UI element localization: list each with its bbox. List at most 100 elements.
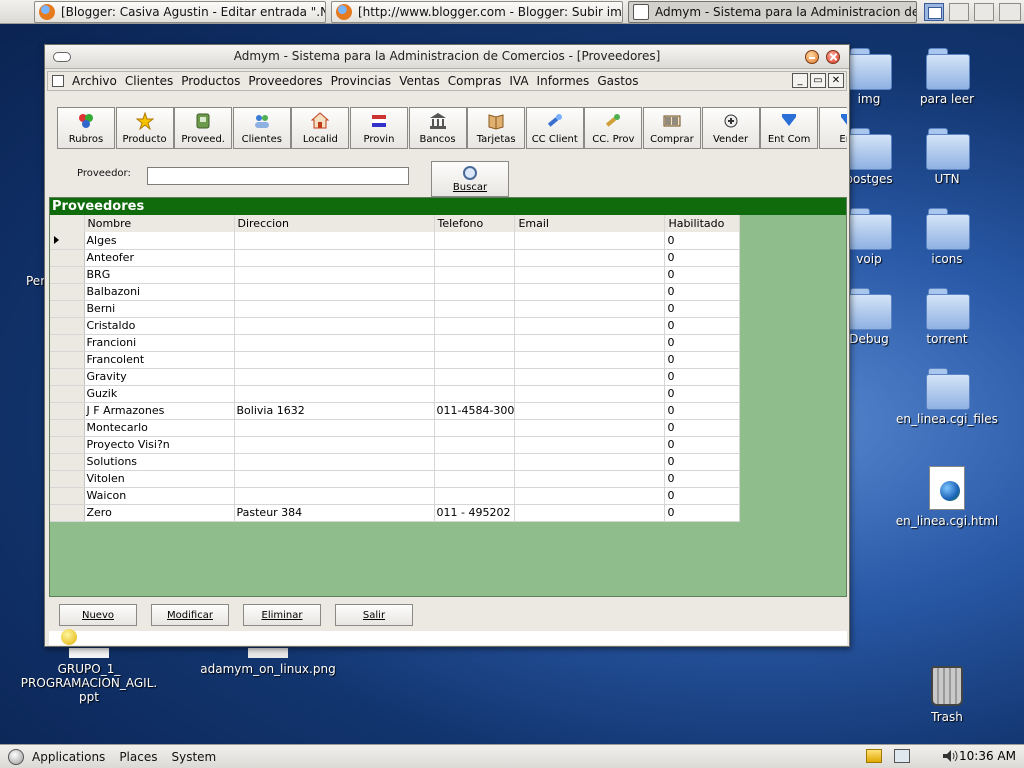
cell-nombre[interactable]: Solutions bbox=[84, 453, 235, 471]
table-row[interactable]: Waicon 0 bbox=[50, 487, 741, 505]
cell-telefono[interactable]: 011-4584-300 bbox=[434, 402, 516, 420]
row-selector[interactable] bbox=[50, 334, 85, 352]
cell-habilitado[interactable]: 0 bbox=[664, 504, 741, 522]
cell-email[interactable] bbox=[514, 368, 666, 386]
table-row[interactable]: Alges 0 bbox=[50, 232, 741, 250]
taskbar-item-blogger-edit[interactable]: [Blogger: Casiva Agustin - Editar entrad… bbox=[34, 1, 326, 23]
cell-habilitado[interactable]: 0 bbox=[664, 249, 741, 267]
menu-proveedores[interactable]: Proveedores bbox=[248, 74, 322, 88]
cell-habilitado[interactable]: 0 bbox=[664, 436, 741, 454]
toolbar-cc-client-button[interactable]: CC Client bbox=[525, 107, 584, 149]
row-selector[interactable] bbox=[50, 385, 85, 403]
cell-telefono[interactable] bbox=[434, 470, 516, 488]
table-row[interactable]: Montecarlo 0 bbox=[50, 419, 741, 437]
cell-nombre[interactable]: Balbazoni bbox=[84, 283, 235, 301]
cell-telefono[interactable] bbox=[434, 453, 516, 471]
desktop-icon-grupo-ppt[interactable]: GRUPO_1_ PROGRAMACION_AGIL. ppt bbox=[20, 648, 158, 704]
cell-direccion[interactable] bbox=[234, 487, 435, 505]
row-selector[interactable] bbox=[50, 283, 85, 301]
table-row[interactable]: Balbazoni 0 bbox=[50, 283, 741, 301]
cell-telefono[interactable] bbox=[434, 317, 516, 335]
cell-nombre[interactable]: Zero bbox=[84, 504, 235, 522]
cell-telefono[interactable] bbox=[434, 368, 516, 386]
cell-telefono[interactable] bbox=[434, 351, 516, 369]
cell-email[interactable] bbox=[514, 504, 666, 522]
table-row[interactable]: Francolent 0 bbox=[50, 351, 741, 369]
cell-nombre[interactable]: J F Armazones bbox=[84, 402, 235, 420]
header-nombre[interactable]: Nombre bbox=[84, 215, 235, 232]
cell-email[interactable] bbox=[514, 232, 666, 250]
cell-email[interactable] bbox=[514, 402, 666, 420]
row-selector[interactable] bbox=[50, 436, 85, 454]
desktop-icon-per[interactable]: Per bbox=[26, 274, 46, 288]
workspace-4[interactable] bbox=[999, 3, 1021, 21]
minimize-icon[interactable] bbox=[805, 50, 819, 64]
cell-nombre[interactable]: Cristaldo bbox=[84, 317, 235, 335]
table-row[interactable]: J F Armazones Bolivia 1632 011-4584-300 0 bbox=[50, 402, 741, 420]
toolbar-provincias-button[interactable]: Provin bbox=[349, 107, 408, 149]
close-icon[interactable] bbox=[826, 50, 840, 64]
cell-direccion[interactable] bbox=[234, 436, 435, 454]
table-row[interactable]: Proyecto Visi?n 0 bbox=[50, 436, 741, 454]
table-row[interactable]: Francioni 0 bbox=[50, 334, 741, 352]
window-titlebar[interactable]: Admym - Sistema para la Administracion d… bbox=[45, 45, 849, 69]
cell-nombre[interactable]: Alges bbox=[84, 232, 235, 250]
desktop-icon-para-leer[interactable]: para leer bbox=[902, 48, 992, 106]
desktop-icon-torrent[interactable]: torrent bbox=[902, 288, 992, 346]
toolbar-vender-button[interactable]: Vender bbox=[701, 107, 760, 149]
row-selector[interactable] bbox=[50, 368, 85, 386]
cell-email[interactable] bbox=[514, 249, 666, 267]
mdi-restore-icon[interactable]: ▭ bbox=[810, 73, 826, 88]
cell-direccion[interactable] bbox=[234, 453, 435, 471]
table-row[interactable]: Gravity 0 bbox=[50, 368, 741, 386]
cell-habilitado[interactable]: 0 bbox=[664, 419, 741, 437]
desktop-icon-trash[interactable]: Trash bbox=[902, 666, 992, 724]
table-row[interactable]: BRG 0 bbox=[50, 266, 741, 284]
cell-email[interactable] bbox=[514, 487, 666, 505]
cell-direccion[interactable] bbox=[234, 317, 435, 335]
cell-direccion[interactable]: Bolivia 1632 bbox=[234, 402, 435, 420]
cell-email[interactable] bbox=[514, 419, 666, 437]
cell-habilitado[interactable]: 0 bbox=[664, 470, 741, 488]
table-row[interactable]: Anteofer 0 bbox=[50, 249, 741, 267]
cell-nombre[interactable]: Montecarlo bbox=[84, 419, 235, 437]
toolbar-producto-button[interactable]: Producto bbox=[115, 107, 174, 149]
cell-email[interactable] bbox=[514, 453, 666, 471]
cell-habilitado[interactable]: 0 bbox=[664, 351, 741, 369]
cell-telefono[interactable] bbox=[434, 283, 516, 301]
cell-direccion[interactable] bbox=[234, 351, 435, 369]
menu-iva[interactable]: IVA bbox=[509, 74, 528, 88]
taskbar-item-blogger-upload[interactable]: [http://www.blogger.com - Blogger: Subir… bbox=[331, 1, 623, 23]
cell-habilitado[interactable]: 0 bbox=[664, 283, 741, 301]
cell-habilitado[interactable]: 0 bbox=[664, 300, 741, 318]
desktop-icon-utn[interactable]: UTN bbox=[902, 128, 992, 186]
desktop-icon-adamym-png[interactable]: adamym_on_linux.png bbox=[200, 648, 336, 676]
cell-direccion[interactable] bbox=[234, 249, 435, 267]
row-selector[interactable] bbox=[50, 317, 85, 335]
cell-nombre[interactable]: Berni bbox=[84, 300, 235, 318]
cell-telefono[interactable] bbox=[434, 487, 516, 505]
cell-email[interactable] bbox=[514, 470, 666, 488]
cell-email[interactable] bbox=[514, 266, 666, 284]
notes-icon[interactable] bbox=[866, 749, 882, 763]
header-habilitado[interactable]: Habilitado bbox=[664, 215, 741, 232]
row-selector[interactable] bbox=[50, 266, 85, 284]
taskbar-item-admym[interactable]: Admym - Sistema para la Administracion d… bbox=[628, 1, 917, 23]
cell-telefono[interactable] bbox=[434, 232, 516, 250]
cell-nombre[interactable]: Francolent bbox=[84, 351, 235, 369]
cell-telefono[interactable] bbox=[434, 266, 516, 284]
cell-email[interactable] bbox=[514, 300, 666, 318]
toolbar-proveedores-button[interactable]: Proveed. bbox=[174, 107, 233, 149]
mdi-minimize-icon[interactable]: _ bbox=[792, 73, 808, 88]
cell-email[interactable] bbox=[514, 351, 666, 369]
table-row[interactable]: Cristaldo 0 bbox=[50, 317, 741, 335]
toolbar-comprar-button[interactable]: Comprar bbox=[642, 107, 701, 149]
table-row[interactable]: Solutions 0 bbox=[50, 453, 741, 471]
desktop-icon-en-linea-cgi-html[interactable]: en_linea.cgi.html bbox=[892, 466, 1002, 528]
toolbar-cc-prov-button[interactable]: CC. Prov bbox=[584, 107, 643, 149]
salir-button[interactable]: Salir bbox=[335, 604, 413, 626]
toolbar-ent-button[interactable]: Ent bbox=[818, 107, 847, 149]
toolbar-rubros-button[interactable]: Rubros bbox=[57, 107, 115, 149]
places-menu[interactable]: Places bbox=[119, 750, 157, 764]
row-selector[interactable] bbox=[50, 232, 85, 250]
